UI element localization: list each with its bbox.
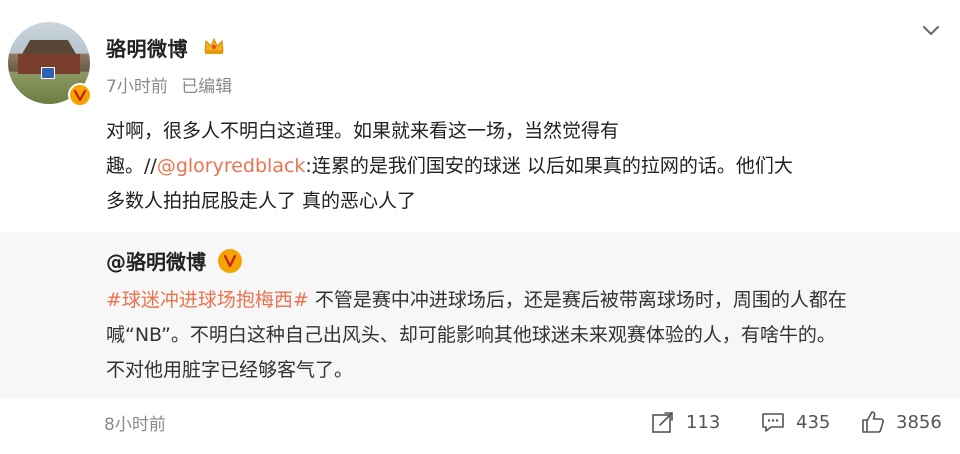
repost-count: 113	[686, 411, 721, 433]
post-text-line: 对啊，很多人不明白这道理。如果就来看这一场，当然觉得有	[106, 120, 620, 142]
username[interactable]: 骆明微博	[106, 33, 188, 62]
quoted-post[interactable]: @骆明微博 #球迷冲进球场抱梅西# 不管是赛中冲进球场后，还是赛后被带离球场时，…	[0, 232, 960, 398]
comment-count: 435	[796, 411, 831, 433]
like-count: 3856	[896, 411, 942, 433]
post-text-line: 多数人拍拍屁股走人了 真的恶心人了	[106, 190, 417, 212]
post-meta: 7小时前 已编辑	[106, 72, 240, 97]
mention-link[interactable]: @gloryredblack	[157, 155, 306, 177]
share-icon	[652, 412, 673, 433]
weibo-post: 骆明微博 7小时前 已编辑 对啊，很多人不明白这道理。如果就来看这一场，当然觉得…	[0, 0, 960, 454]
quote-text-line: 喊“NB”。不明白这种自己出风头、却可能影响其他球迷未来观赛体验的人，有啥牛的。	[106, 324, 836, 346]
crown-icon[interactable]	[203, 36, 225, 56]
repost-button[interactable]: 113	[650, 405, 720, 439]
verified-badge-icon	[68, 83, 92, 107]
comment-button[interactable]: 435	[760, 405, 830, 439]
verified-badge-icon	[218, 249, 242, 273]
quote-text-line: #球迷冲进球场抱梅西# 不管是赛中冲进球场后，还是赛后被带离球场时，周围的人都在	[106, 289, 847, 311]
hashtag-link[interactable]: #球迷冲进球场抱梅西#	[106, 289, 309, 311]
avatar[interactable]	[8, 22, 92, 107]
chevron-down-icon[interactable]	[918, 18, 944, 44]
quote-text-line: 不对他用脏字已经够客气了。	[106, 359, 354, 381]
post-text: 对啊，很多人不明白这道理。如果就来看这一场，当然觉得有 趣。//@gloryre…	[106, 114, 946, 219]
like-button[interactable]: 3856	[860, 405, 942, 439]
quote-author[interactable]: @骆明微博	[106, 246, 206, 275]
quote-text: #球迷冲进球场抱梅西# 不管是赛中冲进球场后，还是赛后被带离球场时，周围的人都在…	[106, 283, 956, 388]
quote-timestamp[interactable]: 8小时前	[104, 410, 166, 435]
comment-icon	[762, 413, 784, 432]
edited-label: 已编辑	[181, 77, 233, 97]
post-text-line: 趣。//@gloryredblack:连累的是我们国安的球迷 以后如果真的拉网的…	[106, 155, 793, 177]
post-time[interactable]: 7小时前	[106, 77, 168, 97]
thumbs-up-icon	[862, 411, 884, 433]
